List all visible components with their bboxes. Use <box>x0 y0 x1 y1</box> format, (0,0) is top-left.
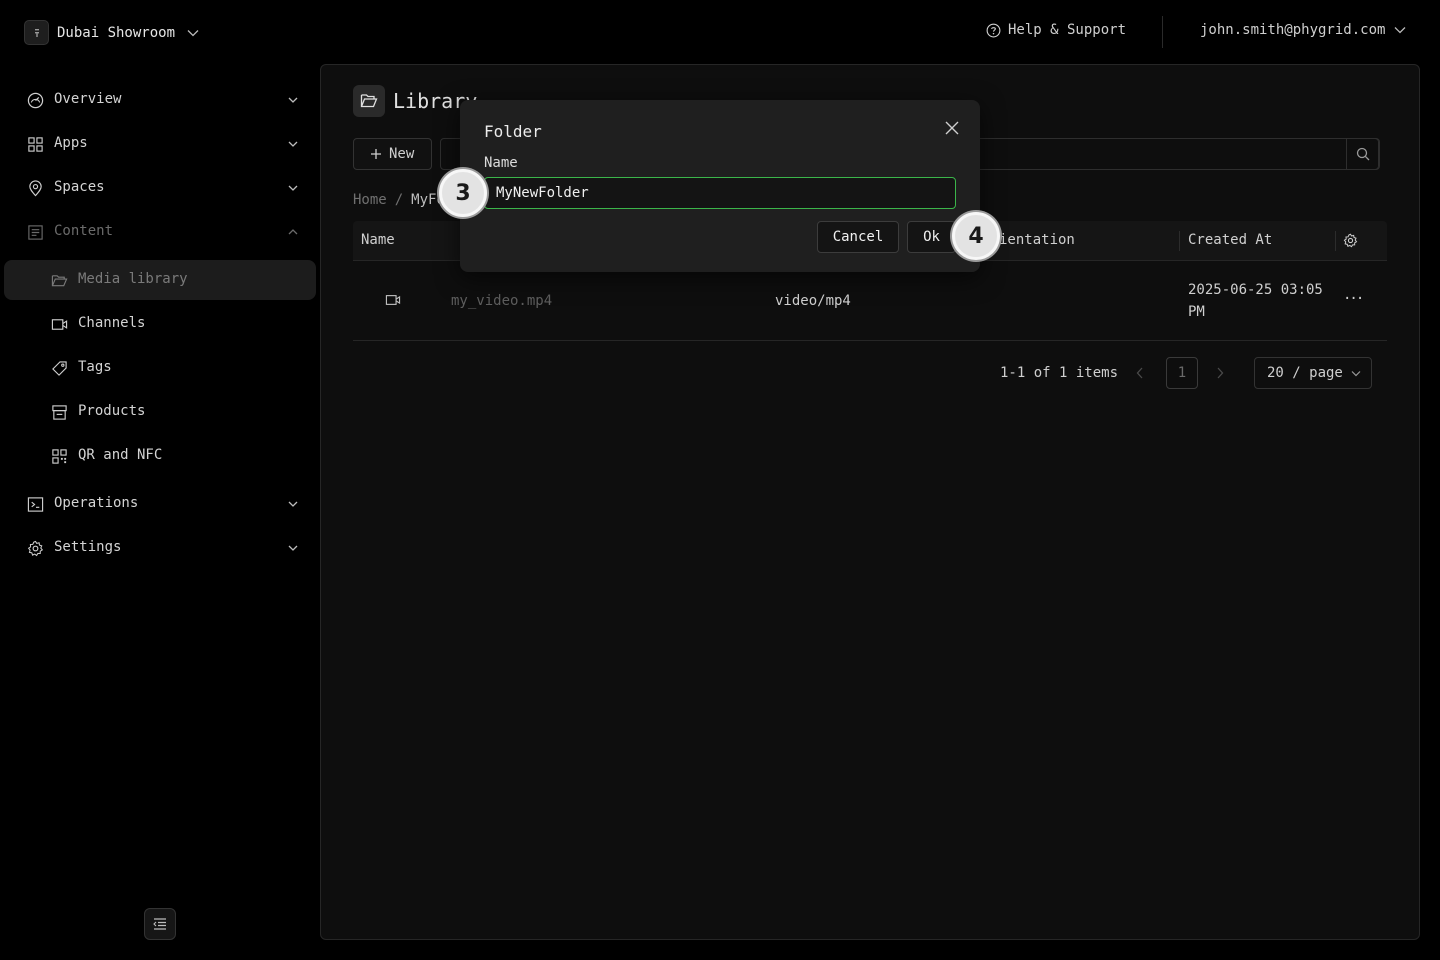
location-pin-icon <box>29 180 42 197</box>
table-row[interactable]: my_video.mp4 video/mp4 2025-06-25 03:05 … <box>353 261 1387 341</box>
help-support-label: Help & Support <box>1008 22 1127 38</box>
sidebar-item-label: Media library <box>78 271 188 287</box>
sidebar-item-settings[interactable]: Settings <box>4 528 316 568</box>
page-size-value: 20 / page <box>1267 365 1343 381</box>
page-size-select[interactable]: 20 / page <box>1254 357 1372 389</box>
folder-open-icon <box>353 85 385 117</box>
file-name[interactable]: my_video.mp4 <box>451 293 552 309</box>
chevron-down-icon <box>1394 27 1406 34</box>
chevron-down-icon <box>288 97 298 103</box>
qrcode-icon <box>52 449 67 464</box>
sidebar-item-label: Channels <box>78 315 146 331</box>
chevron-down-icon <box>288 185 298 191</box>
breadcrumb-separator: / <box>394 192 404 208</box>
new-button-label: New <box>389 146 415 162</box>
sidebar-item-label: Settings <box>54 539 122 555</box>
sidebar-item-media-library[interactable]: Media library <box>4 260 316 300</box>
sidebar: Overview Apps Spaces Content Media libra… <box>0 64 320 960</box>
folder-open-icon <box>51 275 68 287</box>
sidebar-item-operations[interactable]: Operations <box>4 484 316 524</box>
sidebar-item-label: Products <box>78 403 146 419</box>
terminal-icon <box>27 497 44 512</box>
plus-icon <box>371 149 381 159</box>
sidebar-item-label: Spaces <box>54 179 105 195</box>
field-label: Name <box>484 155 518 171</box>
top-bar: Dubai Showroom Help & Support john.smith… <box>0 0 1440 64</box>
column-divider <box>1179 231 1180 251</box>
sidebar-item-label: QR and NFC <box>78 447 163 463</box>
sidebar-item-label: Operations <box>54 495 139 511</box>
sidebar-item-overview[interactable]: Overview <box>4 80 316 120</box>
sidebar-item-label: Overview <box>54 91 122 107</box>
apps-grid-icon <box>28 137 43 152</box>
question-circle-icon <box>986 23 1001 37</box>
pagination-info: 1-1 of 1 items <box>1000 365 1119 381</box>
step-marker-3: 3 <box>439 169 487 217</box>
sidebar-item-spaces[interactable]: Spaces <box>4 168 316 208</box>
chevron-down-icon <box>288 501 298 507</box>
tag-icon <box>52 361 67 376</box>
sidebar-item-apps[interactable]: Apps <box>4 124 316 164</box>
sidebar-item-label: Apps <box>54 135 88 151</box>
sidebar-item-channels[interactable]: Channels <box>4 304 316 344</box>
chevron-left-icon[interactable] <box>1136 367 1144 379</box>
help-support-link[interactable]: Help & Support <box>986 22 1126 38</box>
cancel-button[interactable]: Cancel <box>817 221 899 253</box>
sidebar-item-label: Content <box>54 223 114 239</box>
column-header-name[interactable]: Name <box>361 232 395 248</box>
file-type: video/mp4 <box>775 293 851 309</box>
collapse-sidebar-button[interactable] <box>144 908 176 940</box>
user-email: john.smith@phygrid.com <box>1200 22 1386 38</box>
sidebar-item-tags[interactable]: Tags <box>4 348 316 388</box>
search-icon <box>1356 147 1369 161</box>
folder-dialog: Folder Name Cancel Ok <box>460 100 980 272</box>
folder-name-input[interactable] <box>484 177 956 209</box>
video-camera-icon <box>51 319 68 330</box>
sidebar-item-content[interactable]: Content <box>4 212 316 252</box>
page-number-button[interactable]: 1 <box>1166 357 1198 389</box>
dashboard-icon <box>27 92 44 109</box>
chevron-down-icon <box>288 141 298 147</box>
breadcrumb: Home / MyFo <box>353 192 445 208</box>
menu-fold-icon <box>153 918 166 930</box>
sidebar-item-label: Tags <box>78 359 112 375</box>
chevron-right-icon[interactable] <box>1216 367 1224 379</box>
chevron-down-icon <box>187 29 199 36</box>
search-button[interactable] <box>1346 138 1379 170</box>
close-icon[interactable] <box>944 120 960 136</box>
org-switcher[interactable]: Dubai Showroom <box>24 20 199 45</box>
chevron-down-icon <box>288 545 298 551</box>
ok-button[interactable]: Ok <box>907 221 956 253</box>
gear-icon <box>27 540 44 557</box>
dialog-title: Folder <box>484 122 542 141</box>
divider <box>1162 16 1163 48</box>
gear-icon[interactable] <box>1343 233 1358 248</box>
created-at-meridiem: PM <box>1188 304 1205 320</box>
video-camera-icon <box>385 295 401 305</box>
content-icon <box>28 225 43 240</box>
column-header-created-at[interactable]: Created At <box>1188 232 1272 248</box>
sidebar-item-qr-nfc[interactable]: QR and NFC <box>4 436 316 476</box>
chevron-up-icon <box>288 229 298 235</box>
org-logo-icon <box>24 20 49 45</box>
user-menu[interactable]: john.smith@phygrid.com <box>1200 22 1406 38</box>
column-divider <box>1335 231 1336 251</box>
org-name: Dubai Showroom <box>57 24 176 41</box>
sidebar-item-products[interactable]: Products <box>4 392 316 432</box>
chevron-down-icon <box>1351 370 1361 376</box>
shop-icon <box>52 405 67 420</box>
row-actions-button[interactable]: ··· <box>1343 291 1364 307</box>
page-header: Library <box>353 85 477 117</box>
new-button[interactable]: New <box>353 138 432 170</box>
column-header-orientation[interactable]: ientation <box>999 232 1075 248</box>
step-marker-4: 4 <box>952 212 1000 260</box>
breadcrumb-home[interactable]: Home <box>353 192 387 208</box>
created-at-date: 2025-06-25 03:05 <box>1188 282 1323 298</box>
